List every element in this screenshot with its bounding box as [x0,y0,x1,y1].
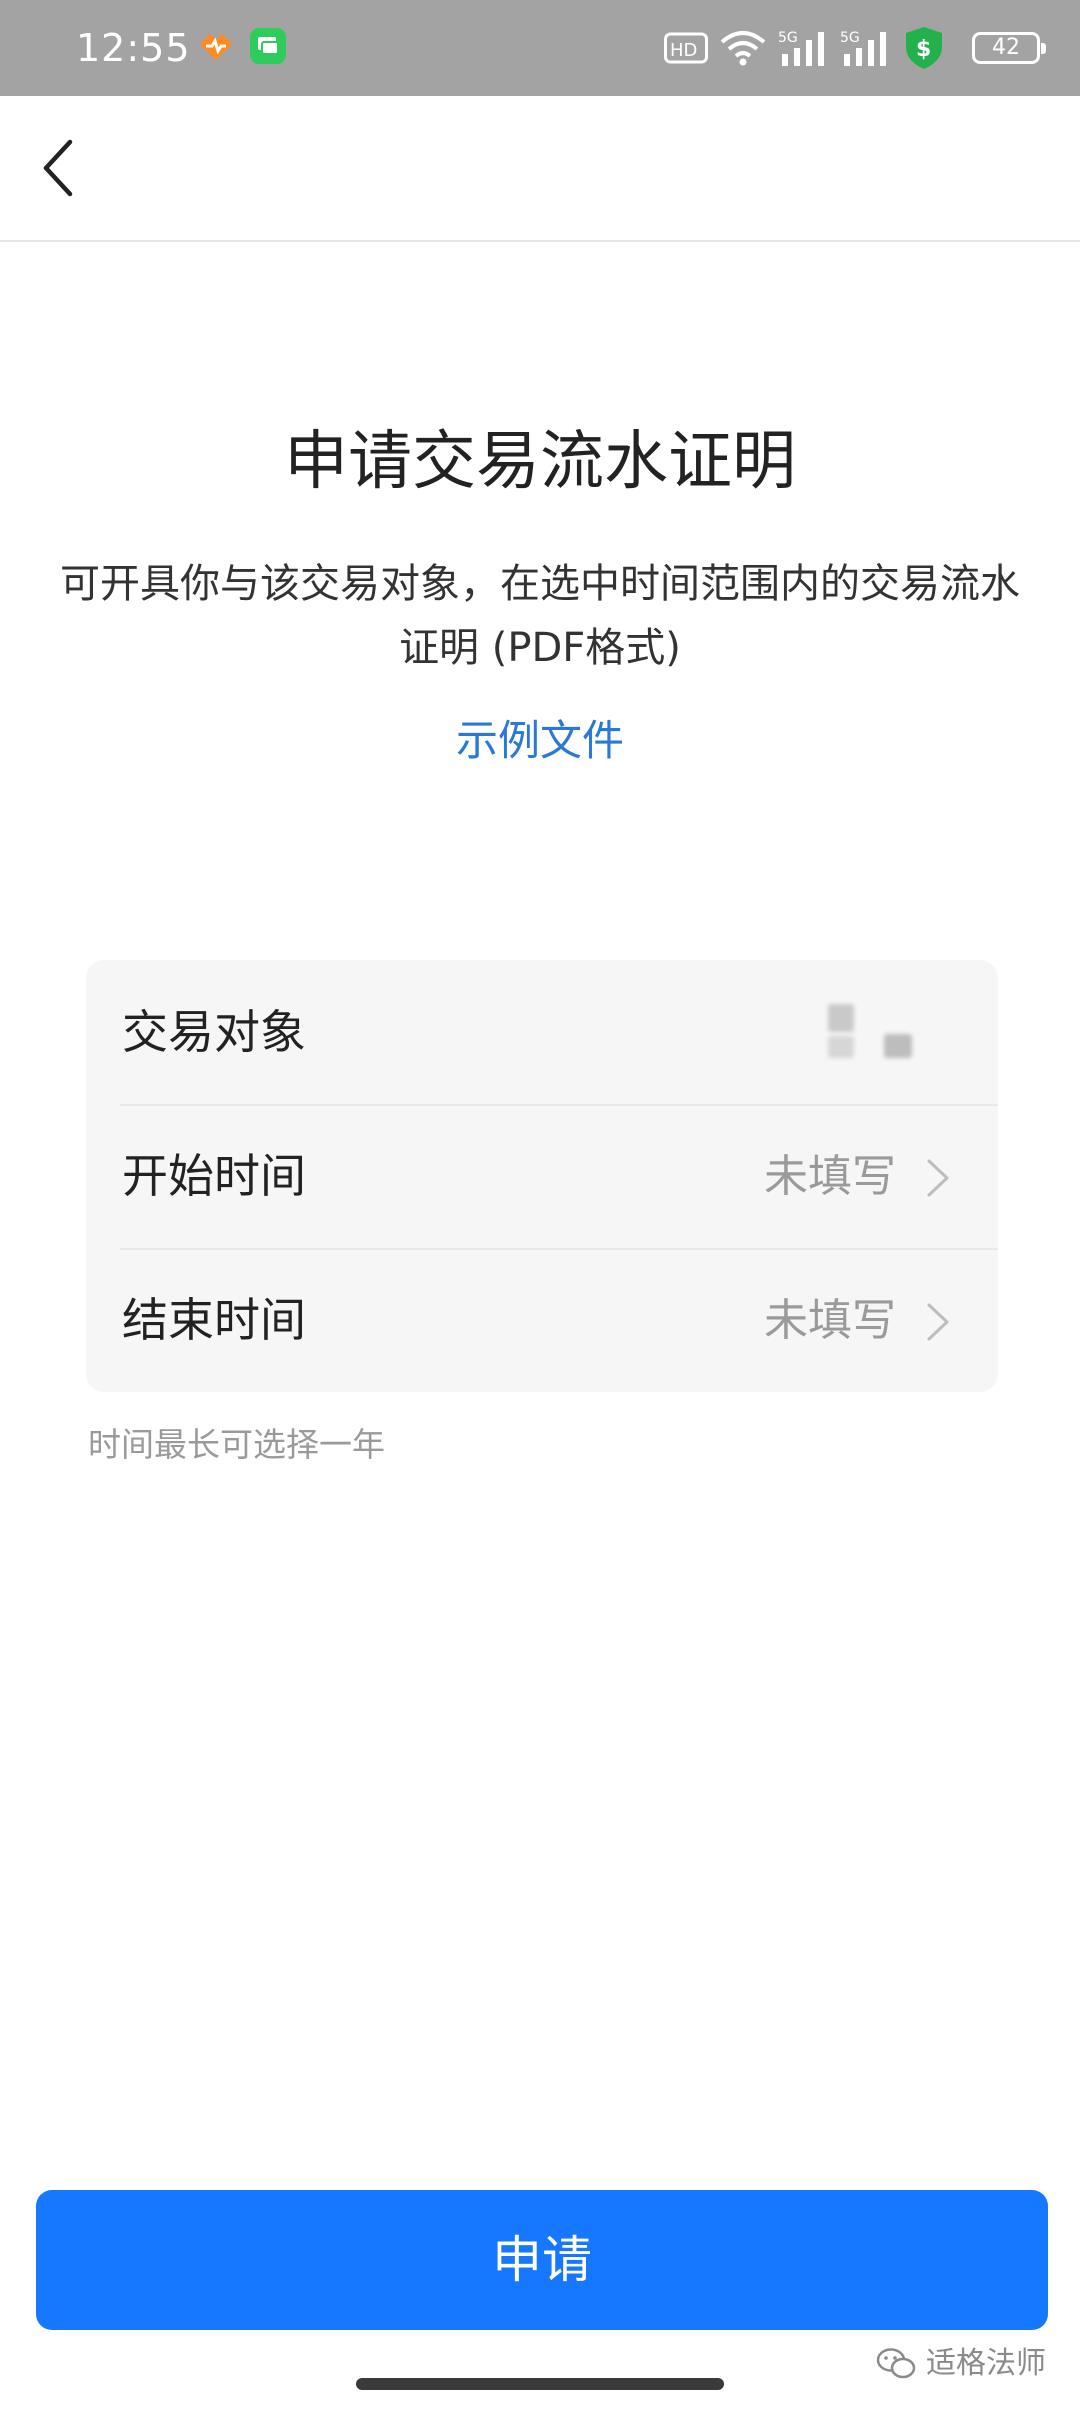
page-title: 申请交易流水证明 [284,425,796,499]
status-icons: HD 5G 5G $ 42 [664,26,1046,70]
row-label-start-time: 开始时间 [122,1149,306,1203]
chevron-right-icon [927,1303,949,1341]
signal-5g-icon: 5G [778,30,824,66]
svg-text:$: $ [916,37,931,62]
signal-5g-icon: 5G [840,30,886,66]
form-card: 交易对象 开始时间 未填写 结束时间 未填写 [86,960,998,1392]
status-time: 12:55 [76,26,191,70]
row-label-end-time: 结束时间 [122,1293,306,1347]
fitness-app-icon [200,34,232,60]
row-value-start-time: 未填写 [764,1151,896,1202]
nav-bar [0,96,1080,242]
status-bar: 12:55 HD 5G 5G $ 42 [0,0,1080,96]
hd-voice-icon: HD [664,32,708,64]
wechat-icon [876,2348,916,2379]
back-button[interactable] [30,132,102,204]
row-divider [120,1104,998,1106]
message-app-icon [250,28,286,64]
apply-button[interactable]: 申请 [36,2190,1048,2330]
home-indicator[interactable] [356,2378,724,2390]
sample-file-link[interactable]: 示例文件 [0,712,1080,770]
network-label-1: 5G [778,30,798,46]
watermark-text: 适格法师 [926,2346,1046,2381]
row-label-counterparty: 交易对象 [122,1005,306,1059]
network-label-2: 5G [840,30,860,46]
form-row-start-time[interactable]: 开始时间 未填写 [86,1104,998,1248]
row-value-end-time: 未填写 [764,1295,896,1346]
form-row-end-time[interactable]: 结束时间 未填写 [86,1248,998,1392]
time-range-hint: 时间最长可选择一年 [88,1425,385,1464]
wifi-icon [720,31,766,66]
hd-label: HD [670,40,697,61]
watermark: 适格法师 [876,2344,1046,2384]
form-row-counterparty: 交易对象 [86,960,998,1104]
security-shield-icon: $ [906,27,942,69]
page-description: 可开具你与该交易对象，在选中时间范围内的交易流水证明 (PDF格式) [60,561,1020,671]
battery-icon: 42 [972,32,1046,64]
chevron-right-icon [927,1159,949,1197]
row-divider [120,1248,998,1250]
